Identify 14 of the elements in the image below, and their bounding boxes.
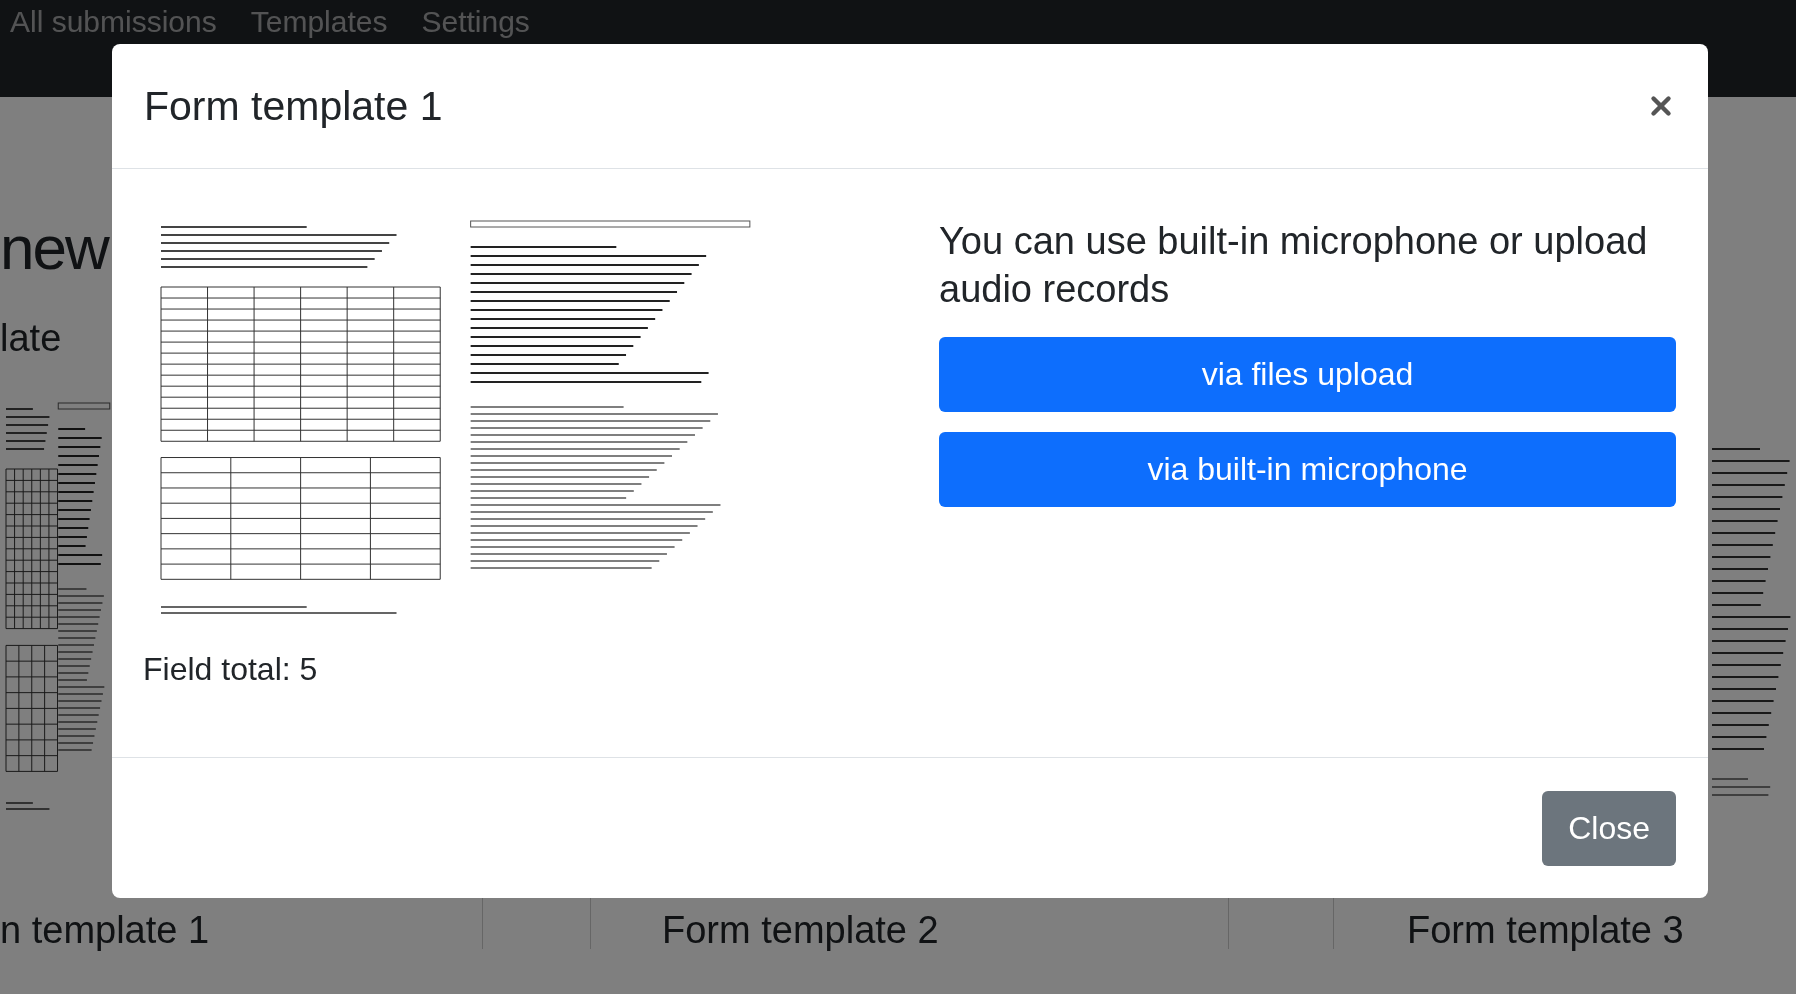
upload-option-button[interactable]: via built-in microphone — [939, 432, 1676, 507]
page-subheading: late — [0, 319, 63, 357]
prompt-text: You can use built-in microphone or upload audio records — [939, 219, 1649, 312]
nav-link[interactable]: Settings — [421, 5, 530, 39]
page-heading: new — [0, 217, 108, 279]
nav-link[interactable]: Templates — [250, 5, 388, 39]
modal-title: Form template 1 — [144, 82, 443, 130]
nav-link[interactable]: All submissions — [10, 5, 217, 39]
close-button[interactable]: Close — [1542, 790, 1676, 866]
card-title: Form template 3 — [1407, 911, 1685, 949]
card-title: n template 1 — [0, 911, 211, 949]
field-total: Field total: 5 — [143, 651, 319, 688]
card-title: Form template 2 — [662, 911, 940, 949]
upload-option-button[interactable]: via files upload — [939, 337, 1676, 412]
